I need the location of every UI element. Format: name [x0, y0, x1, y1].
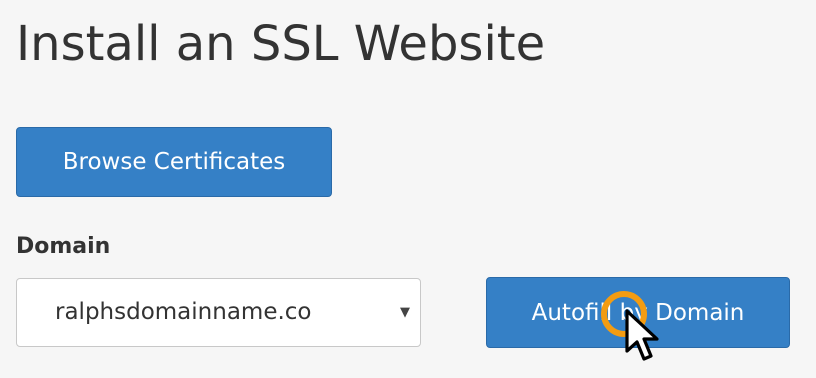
autofill-by-domain-button[interactable]: Autofill by Domain — [486, 277, 790, 348]
page-title: Install an SSL Website — [16, 16, 546, 72]
domain-select[interactable]: ralphsdomainname.co ▼ — [16, 278, 421, 347]
caret-down-icon: ▼ — [400, 305, 410, 320]
browse-certificates-label: Browse Certificates — [62, 149, 286, 175]
autofill-by-domain-label: Autofill by Domain — [531, 299, 745, 326]
domain-label: Domain — [16, 234, 111, 259]
domain-select-value: ralphsdomainname.co — [55, 299, 312, 325]
browse-certificates-button[interactable]: Browse Certificates — [16, 127, 332, 197]
